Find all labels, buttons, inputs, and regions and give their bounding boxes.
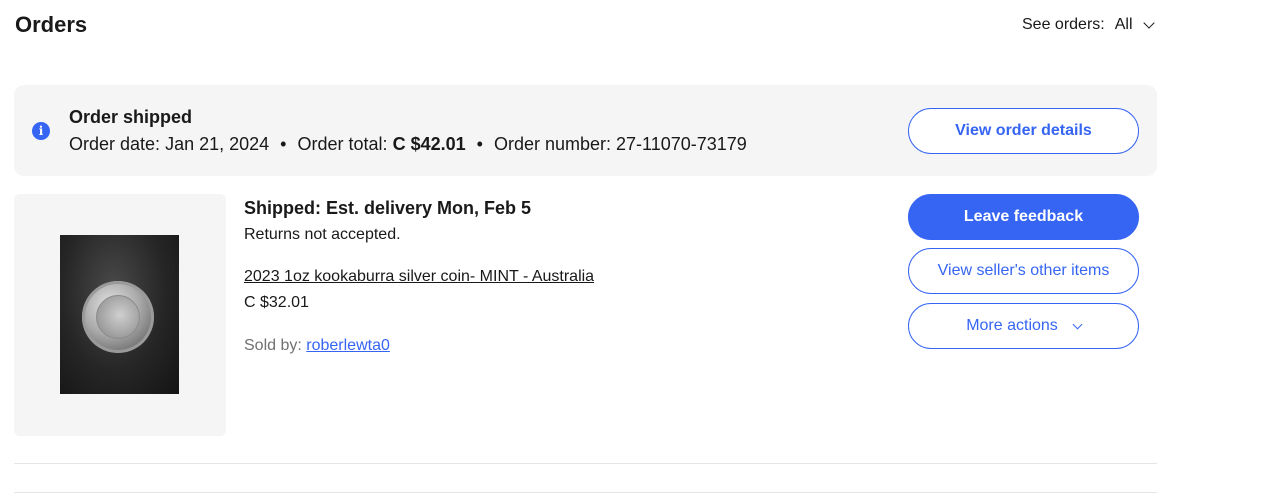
seller-link[interactable]: roberlewta0: [306, 337, 390, 354]
orders-page: Orders See orders: All i Order shipped O…: [0, 0, 1280, 494]
order-date-label: Order date:: [69, 134, 161, 154]
info-icon: i: [32, 122, 50, 140]
chevron-down-icon: [1072, 319, 1083, 329]
view-order-details-button[interactable]: View order details: [908, 108, 1139, 154]
chevron-down-icon: [1142, 17, 1155, 29]
see-orders-value: All: [1114, 16, 1133, 33]
sold-by-label: Sold by:: [244, 337, 302, 354]
divider: [14, 492, 1157, 493]
see-orders-label: See orders:: [1022, 16, 1105, 33]
leave-feedback-button[interactable]: Leave feedback: [908, 194, 1139, 240]
see-orders-filter[interactable]: See orders: All: [1022, 16, 1155, 34]
more-actions-label: More actions: [966, 317, 1058, 334]
divider: [14, 463, 1157, 464]
order-meta: Order date: Jan 21, 2024 • Order total: …: [69, 134, 747, 155]
item-price: C $32.01: [244, 294, 309, 311]
coin-photo: [82, 281, 154, 353]
order-number: 27-11070-73179: [616, 134, 747, 154]
order-total-label: Order total:: [297, 134, 388, 154]
page-title: Orders: [15, 12, 88, 37]
order-status-title: Order shipped: [69, 107, 193, 127]
item-image[interactable]: [60, 235, 179, 394]
view-seller-items-button[interactable]: View seller's other items: [908, 248, 1139, 294]
order-date: Jan 21, 2024: [165, 134, 270, 154]
item-image-container[interactable]: [14, 194, 226, 436]
coin-face: [96, 295, 140, 339]
sold-by: Sold by: roberlewta0: [244, 337, 390, 355]
separator: •: [476, 134, 483, 154]
item-title-link[interactable]: 2023 1oz kookaburra silver coin- MINT - …: [244, 268, 594, 286]
separator: •: [280, 134, 287, 154]
order-total: C $42.01: [392, 134, 466, 154]
shipping-status: Shipped: Est. delivery Mon, Feb 5: [244, 198, 532, 218]
more-actions-button[interactable]: More actions: [908, 303, 1139, 349]
returns-policy: Returns not accepted.: [244, 226, 401, 243]
order-number-label: Order number:: [493, 134, 612, 154]
